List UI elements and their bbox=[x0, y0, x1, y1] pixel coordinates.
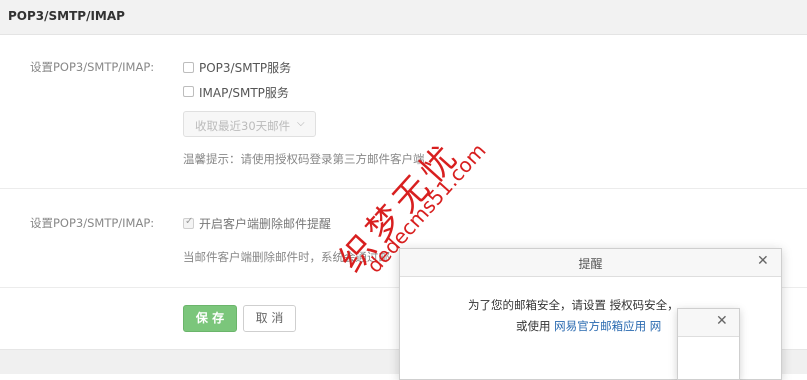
delete-reminder-checkbox[interactable] bbox=[183, 216, 194, 229]
auth-code-tip: 温馨提示：请使用授权码登录第三方邮件客户端 bbox=[183, 152, 425, 166]
pop3-smtp-checkbox[interactable] bbox=[183, 62, 194, 73]
dialog-message-line2: 或使用 网易官方邮箱应用 网 bbox=[516, 318, 661, 334]
pop3-smtp-label: POP3/SMTP服务 bbox=[199, 61, 292, 75]
dropdown-value: 收取最近30天邮件 bbox=[195, 119, 291, 133]
chevron-down-icon: ⌵ bbox=[297, 118, 305, 129]
pop3-setting-label: 设置POP3/SMTP/IMAP: bbox=[30, 60, 155, 74]
section-header: POP3/SMTP/IMAP bbox=[0, 0, 807, 35]
close-icon[interactable]: ✕ bbox=[716, 313, 728, 329]
dialog-message-suffix: 网 bbox=[646, 319, 662, 333]
imap-smtp-checkbox[interactable] bbox=[183, 86, 194, 97]
secondary-dialog-header: ✕ bbox=[678, 309, 739, 337]
delete-setting-label: 设置POP3/SMTP/IMAP: bbox=[30, 216, 155, 230]
official-app-link[interactable]: 网易官方邮箱应用 bbox=[554, 319, 646, 333]
imap-smtp-label: IMAP/SMTP服务 bbox=[199, 86, 289, 100]
dialog-message-prefix: 或使用 bbox=[516, 319, 555, 333]
section-title: POP3/SMTP/IMAP bbox=[8, 9, 125, 23]
dialog-header: 提醒 ✕ bbox=[400, 249, 781, 277]
delete-reminder-label: 开启客户端删除邮件提醒 bbox=[199, 217, 332, 231]
save-button[interactable]: 保 存 bbox=[183, 305, 237, 332]
close-icon[interactable]: ✕ bbox=[757, 253, 769, 269]
dialog-message-line1: 为了您的邮箱安全，请设置 授权码安全， bbox=[468, 298, 679, 312]
dialog-title: 提醒 bbox=[578, 257, 603, 271]
secondary-dialog: ✕ bbox=[677, 308, 740, 380]
cancel-button[interactable]: 取 消 bbox=[243, 305, 296, 332]
receive-range-dropdown[interactable]: 收取最近30天邮件 ⌵ bbox=[183, 111, 316, 137]
